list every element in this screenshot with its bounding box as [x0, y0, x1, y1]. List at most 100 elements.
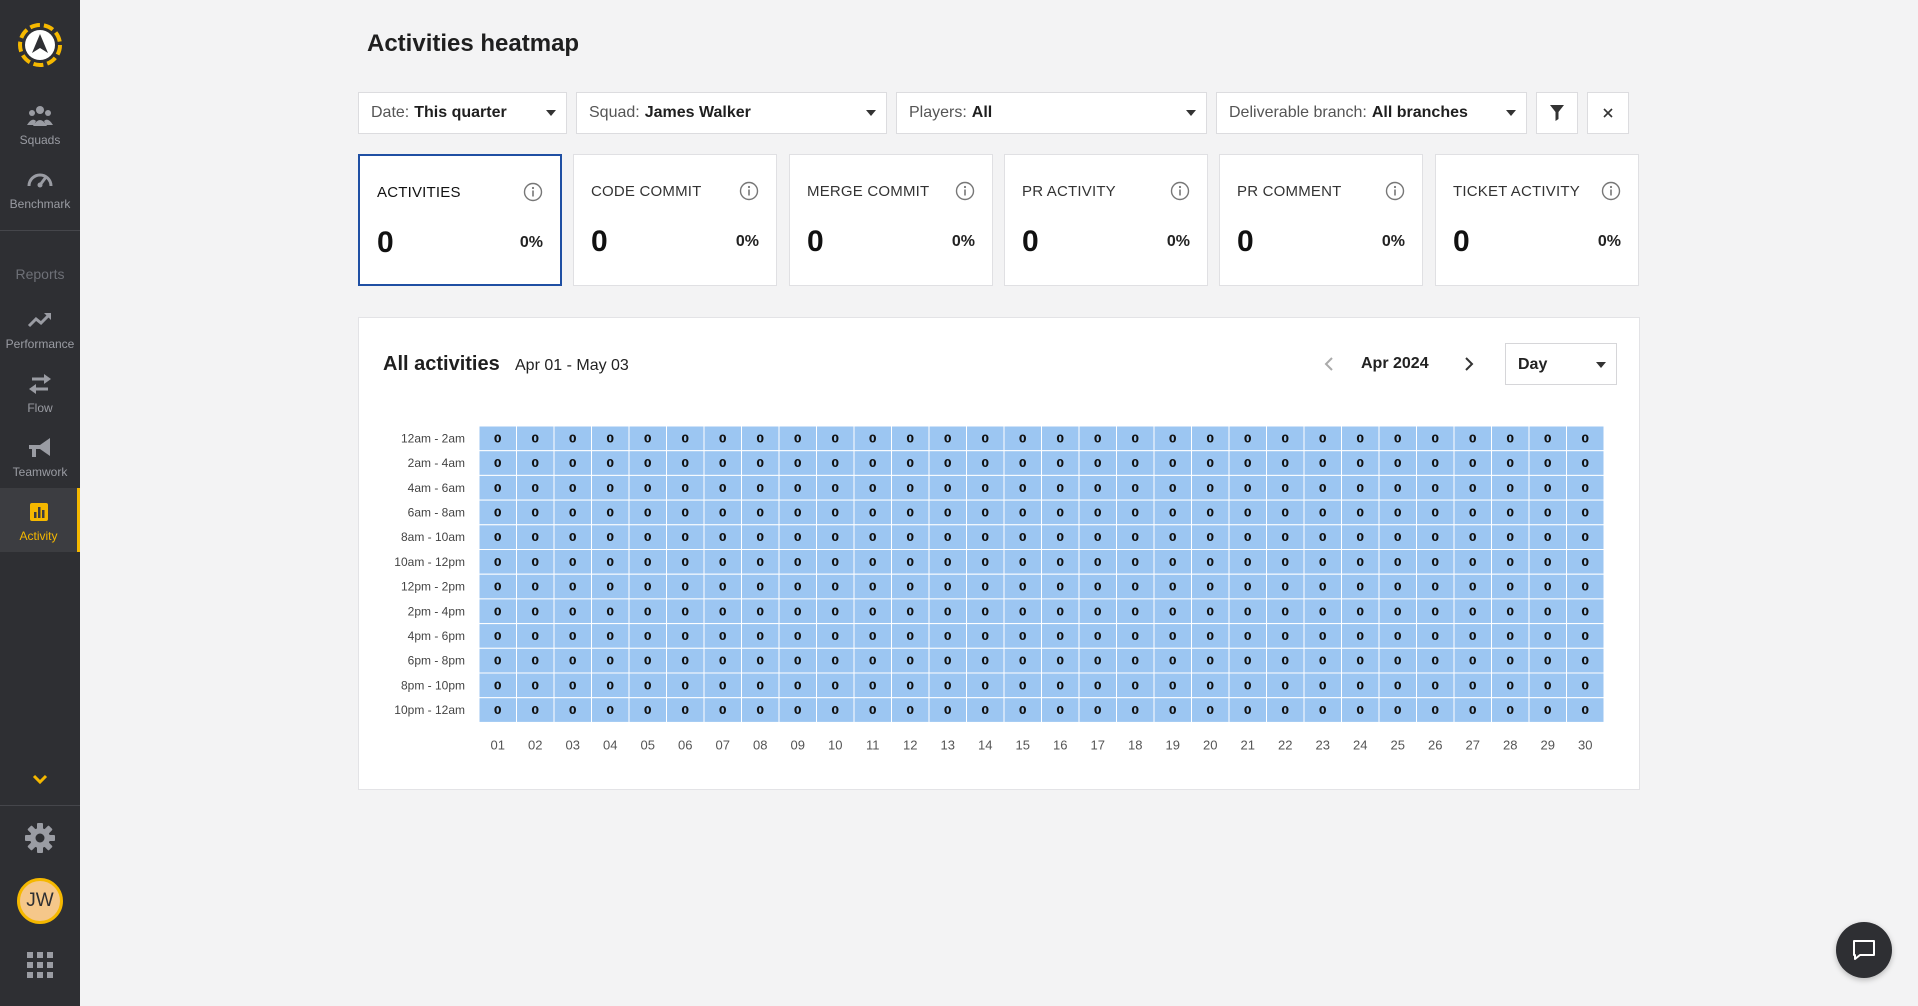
heatmap-cell-value: 0	[569, 432, 577, 445]
heatmap-cell-value: 0	[1131, 556, 1139, 569]
heatmap-cell-value: 0	[1206, 704, 1214, 717]
heatmap-cell-value: 0	[1431, 432, 1439, 445]
heatmap-cell-value: 0	[1506, 655, 1514, 668]
heatmap-cell-value: 0	[906, 679, 914, 692]
heatmap-cell-value: 0	[906, 457, 914, 470]
heatmap-cell-value: 0	[794, 531, 802, 544]
heatmap-cell-value: 0	[981, 457, 989, 470]
heatmap-cell-value: 0	[1094, 704, 1102, 717]
heatmap-cell-value: 0	[944, 655, 952, 668]
apps-grid-icon[interactable]	[27, 952, 53, 978]
heatmap-cell-value: 0	[531, 457, 539, 470]
heatmap-cell-value: 0	[1581, 581, 1589, 594]
heatmap-cell-value: 0	[756, 506, 764, 519]
heatmap-cell-value: 0	[1469, 432, 1477, 445]
heatmap-cell-value: 0	[531, 432, 539, 445]
card-value: 0	[807, 225, 824, 258]
heatmap-cell-value: 0	[606, 630, 614, 643]
heatmap-cell-value: 0	[1394, 704, 1402, 717]
heatmap-cell-value: 0	[1431, 482, 1439, 495]
heatmap-cell-value: 0	[1431, 457, 1439, 470]
logo-icon[interactable]	[17, 22, 63, 68]
heatmap-row-label: 10pm - 12am	[394, 703, 465, 717]
gear-icon[interactable]	[24, 822, 56, 854]
info-icon[interactable]	[1385, 181, 1405, 201]
sidebar-item-squads[interactable]: Squads	[0, 92, 80, 156]
heatmap-cell-value: 0	[1319, 605, 1327, 618]
heatmap-cell-value: 0	[644, 581, 652, 594]
heatmap-cell-value: 0	[1356, 581, 1364, 594]
heatmap-cell-value: 0	[569, 605, 577, 618]
heatmap-cell-value: 0	[1019, 605, 1027, 618]
filter-value: This quarter	[414, 104, 507, 121]
sidebar-item-performance[interactable]: Performance	[0, 296, 80, 360]
info-icon[interactable]	[955, 181, 975, 201]
heatmap-cell-value: 0	[1319, 482, 1327, 495]
chat-button[interactable]	[1836, 922, 1892, 978]
heatmap-cell-value: 0	[1169, 556, 1177, 569]
heatmap-cell-value: 0	[831, 655, 839, 668]
info-icon[interactable]	[523, 182, 543, 202]
heatmap-cell-value: 0	[1431, 556, 1439, 569]
heatmap-cell-value: 0	[1469, 581, 1477, 594]
heatmap-cell-value: 0	[1244, 630, 1252, 643]
heatmap-cell-value: 0	[1544, 655, 1552, 668]
metric-card-merge-commit[interactable]: MERGE COMMIT 0 0%	[789, 154, 993, 286]
heatmap-cell-value: 0	[1019, 432, 1027, 445]
heatmap-cell-value: 0	[906, 630, 914, 643]
heatmap-row-label: 2am - 4am	[408, 456, 465, 470]
heatmap-cell-value: 0	[1506, 704, 1514, 717]
heatmap-cell-value: 0	[494, 679, 502, 692]
sidebar-item-teamwork[interactable]: Teamwork	[0, 424, 80, 488]
heatmap-cell-value: 0	[1019, 581, 1027, 594]
info-icon[interactable]	[1601, 181, 1621, 201]
chat-icon	[1853, 940, 1875, 960]
metric-card-ticket-activity[interactable]: TICKET ACTIVITY 0 0%	[1435, 154, 1639, 286]
heatmap-cell-value: 0	[1056, 432, 1064, 445]
players-filter-select[interactable]: Players: All	[896, 92, 1207, 134]
metric-card-activities[interactable]: ACTIVITIES 0 0%	[358, 154, 562, 286]
heatmap-cell-value: 0	[569, 457, 577, 470]
heatmap-cell-value: 0	[494, 630, 502, 643]
branch-filter-select[interactable]: Deliverable branch: All branches	[1216, 92, 1527, 134]
heatmap-cell-value: 0	[1356, 630, 1364, 643]
heatmap-column-label: 30	[1578, 737, 1592, 752]
sidebar-item-benchmark[interactable]: Benchmark	[0, 156, 80, 220]
sidebar-item-label: Flow	[27, 400, 53, 415]
heatmap-cell-value: 0	[1469, 556, 1477, 569]
metric-card-pr-comment[interactable]: PR COMMENT 0 0%	[1219, 154, 1423, 286]
metric-card-pr-activity[interactable]: PR ACTIVITY 0 0%	[1004, 154, 1208, 286]
sidebar-item-flow[interactable]: Flow	[0, 360, 80, 424]
heatmap-cell-value: 0	[1281, 630, 1289, 643]
clear-filters-button[interactable]	[1587, 92, 1629, 134]
info-icon[interactable]	[739, 181, 759, 201]
heatmap-cell-value: 0	[569, 630, 577, 643]
page-title: Activities heatmap	[367, 30, 580, 57]
metric-card-code-commit[interactable]: CODE COMMIT 0 0%	[573, 154, 777, 286]
heatmap-cell-value: 0	[1394, 457, 1402, 470]
heatmap-cell-value: 0	[1131, 531, 1139, 544]
card-value: 0	[377, 226, 394, 259]
heatmap-cell-value: 0	[494, 581, 502, 594]
heatmap-cell-value: 0	[1281, 556, 1289, 569]
heatmap-cell-value: 0	[1581, 630, 1589, 643]
avatar[interactable]: JW	[17, 878, 63, 924]
caret-down-icon	[1506, 110, 1516, 116]
heatmap-cell-value: 0	[1056, 482, 1064, 495]
heatmap-cell-value: 0	[569, 531, 577, 544]
chevron-down-icon[interactable]	[0, 770, 80, 790]
heatmap-cell-value: 0	[1094, 630, 1102, 643]
heatmap-cell-value: 0	[1056, 704, 1064, 717]
heatmap-cell-value: 0	[1244, 556, 1252, 569]
squad-filter-select[interactable]: Squad: James Walker	[576, 92, 887, 134]
heatmap-cell-value: 0	[1319, 704, 1327, 717]
card-percent: 0%	[951, 233, 975, 250]
filter-button[interactable]	[1536, 92, 1578, 134]
squads-icon	[27, 105, 53, 126]
sidebar-item-activity[interactable]: Activity	[0, 488, 80, 552]
date-filter-select[interactable]: Date: This quarter	[358, 92, 567, 134]
heatmap-cell-value: 0	[1281, 655, 1289, 668]
heatmap-cell-value: 0	[1244, 655, 1252, 668]
heatmap-cell-value: 0	[1281, 581, 1289, 594]
info-icon[interactable]	[1170, 181, 1190, 201]
